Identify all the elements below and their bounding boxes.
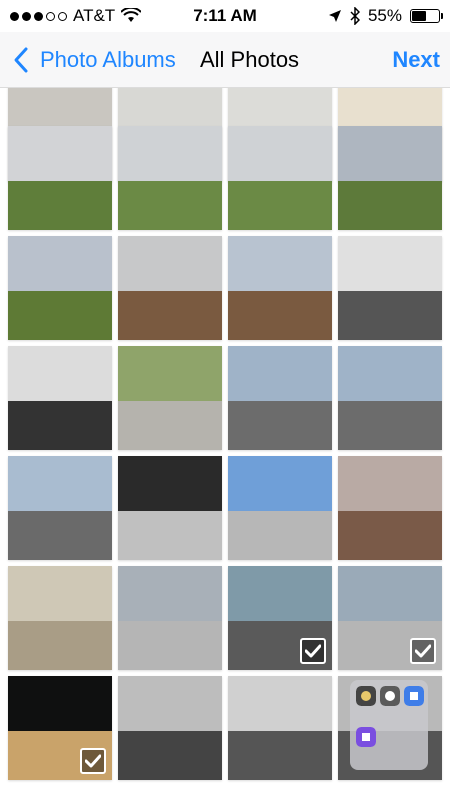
signal-dot [34, 11, 43, 21]
photo-image [8, 566, 112, 670]
photo-thumbnail[interactable] [8, 676, 112, 780]
carrier-label: AT&T [73, 6, 116, 25]
wifi-icon [121, 8, 142, 22]
app-folder-overlay [350, 680, 428, 770]
photo-thumbnail[interactable] [338, 236, 442, 340]
photo-thumbnail[interactable] [228, 566, 332, 670]
photo-thumbnail[interactable] [8, 456, 112, 560]
photo-image [118, 566, 222, 670]
signal-dot [22, 11, 31, 21]
bluetooth-icon [350, 7, 360, 25]
battery-level [412, 11, 427, 21]
photo-thumbnail[interactable] [338, 456, 442, 560]
back-button[interactable]: Photo Albums [10, 46, 176, 74]
photo-thumbnail[interactable] [118, 126, 222, 230]
location-arrow-icon [328, 10, 341, 22]
selected-checkmark-icon[interactable] [410, 638, 436, 664]
photo-image [118, 126, 222, 230]
photo-image [8, 126, 112, 230]
signal-strength-icon [10, 11, 67, 21]
signal-dot [10, 11, 19, 21]
battery-percent: 55% [367, 6, 402, 25]
selected-checkmark-icon[interactable] [300, 638, 326, 664]
battery-icon [410, 9, 443, 23]
photo-image [118, 676, 222, 780]
photo-image [228, 456, 332, 560]
app-2-icon [380, 686, 400, 706]
next-button[interactable]: Next [392, 47, 440, 73]
photo-image [8, 346, 112, 450]
photo-image [8, 456, 112, 560]
photo-image [228, 346, 332, 450]
photo-thumbnail[interactable] [8, 566, 112, 670]
status-bar: AT&T 7:11 AM 55% [0, 0, 450, 32]
app-1-icon [356, 686, 376, 706]
photo-thumbnail[interactable] [8, 126, 112, 230]
navigation-bar: Photo Albums All Photos Next [0, 32, 450, 88]
photo-image [118, 456, 222, 560]
signal-dot [58, 11, 67, 21]
photo-thumbnail[interactable] [118, 456, 222, 560]
photo-image [8, 236, 112, 340]
photo-thumbnail[interactable] [118, 676, 222, 780]
status-bar-left: AT&T [10, 6, 142, 26]
photo-thumbnail[interactable] [8, 236, 112, 340]
photo-thumbnail[interactable] [338, 566, 442, 670]
photo-image [338, 236, 442, 340]
photo-image [338, 346, 442, 450]
back-button-label: Photo Albums [40, 46, 176, 72]
photo-image [338, 126, 442, 230]
photo-image [228, 126, 332, 230]
photo-image [228, 236, 332, 340]
chevron-left-icon [14, 47, 28, 72]
photo-thumbnail[interactable] [8, 346, 112, 450]
photo-image [118, 346, 222, 450]
app-4-icon [356, 727, 376, 747]
photo-thumbnail[interactable] [228, 236, 332, 340]
app-3-icon [404, 686, 424, 706]
photo-thumbnail[interactable] [338, 126, 442, 230]
photo-thumbnail[interactable] [118, 346, 222, 450]
photo-thumbnail[interactable] [228, 676, 332, 780]
selected-checkmark-icon[interactable] [80, 748, 106, 774]
photo-thumbnail[interactable] [228, 126, 332, 230]
photo-thumbnail[interactable] [228, 456, 332, 560]
photo-image [338, 456, 442, 560]
photo-thumbnail[interactable] [228, 346, 332, 450]
photo-thumbnail[interactable] [118, 236, 222, 340]
photo-image [228, 676, 332, 780]
photo-thumbnail[interactable] [338, 346, 442, 450]
signal-dot [46, 11, 55, 21]
photo-thumbnail[interactable] [118, 566, 222, 670]
status-bar-right: 55% [328, 6, 443, 26]
photo-image [118, 236, 222, 340]
page-title: All Photos [200, 46, 300, 72]
